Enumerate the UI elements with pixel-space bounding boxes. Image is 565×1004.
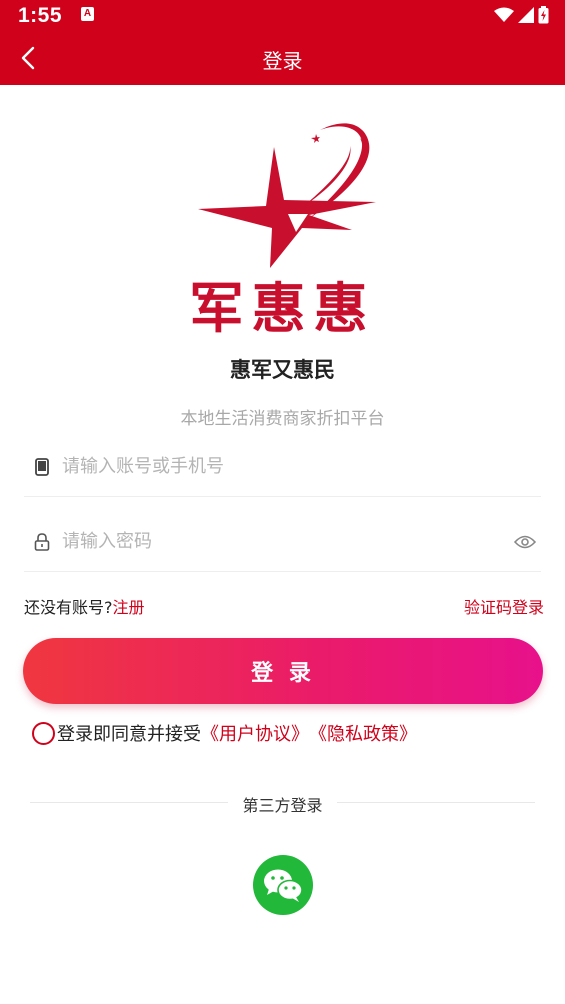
agreement-text: 登录即同意并接受 xyxy=(57,724,201,745)
password-input[interactable] xyxy=(62,521,509,562)
page-title: 登录 xyxy=(262,49,303,73)
user-agreement-link[interactable]: 《用户协议》 xyxy=(201,720,309,746)
login-button[interactable]: 登 录 xyxy=(23,638,543,704)
sms-login-link[interactable]: 验证码登录 xyxy=(464,594,544,618)
wifi-icon xyxy=(494,7,514,22)
wechat-login-button[interactable] xyxy=(253,855,313,915)
third-party-label: 第三方登录 xyxy=(242,796,323,815)
divider xyxy=(337,802,535,803)
status-time: 1:55 xyxy=(18,4,63,27)
agreement-checkbox[interactable] xyxy=(32,721,55,745)
brand-name: 军惠惠 xyxy=(189,277,376,340)
privacy-policy-link[interactable]: 《隐私政策》 xyxy=(309,720,417,746)
phone-icon xyxy=(28,453,56,481)
wechat-icon xyxy=(264,869,303,902)
status-icons xyxy=(494,6,549,24)
notification-icon: A xyxy=(81,7,94,21)
signal-icon xyxy=(518,7,534,23)
brand-slogan: 惠军又惠民 xyxy=(230,358,335,382)
brand-subtitle: 本地生活消费商家折扣平台 xyxy=(180,409,385,429)
lock-icon xyxy=(28,528,56,556)
password-field xyxy=(24,512,541,572)
register-link[interactable]: 注册 xyxy=(113,598,145,617)
status-bar: 1:55 A xyxy=(0,0,565,32)
app-header: 登录 xyxy=(0,32,565,85)
account-input[interactable] xyxy=(62,446,541,487)
register-prompt: 还没有账号?注册 xyxy=(24,594,145,618)
star-logo-icon xyxy=(198,123,376,268)
auth-links: 还没有账号?注册 验证码登录 xyxy=(24,594,544,618)
battery-charging-icon xyxy=(538,6,549,24)
eye-icon[interactable] xyxy=(509,526,541,558)
agreement-row: 登录即同意并接受 《用户协议》 《隐私政策》 xyxy=(32,720,417,746)
no-account-text: 还没有账号? xyxy=(24,598,113,617)
account-field xyxy=(24,437,541,497)
